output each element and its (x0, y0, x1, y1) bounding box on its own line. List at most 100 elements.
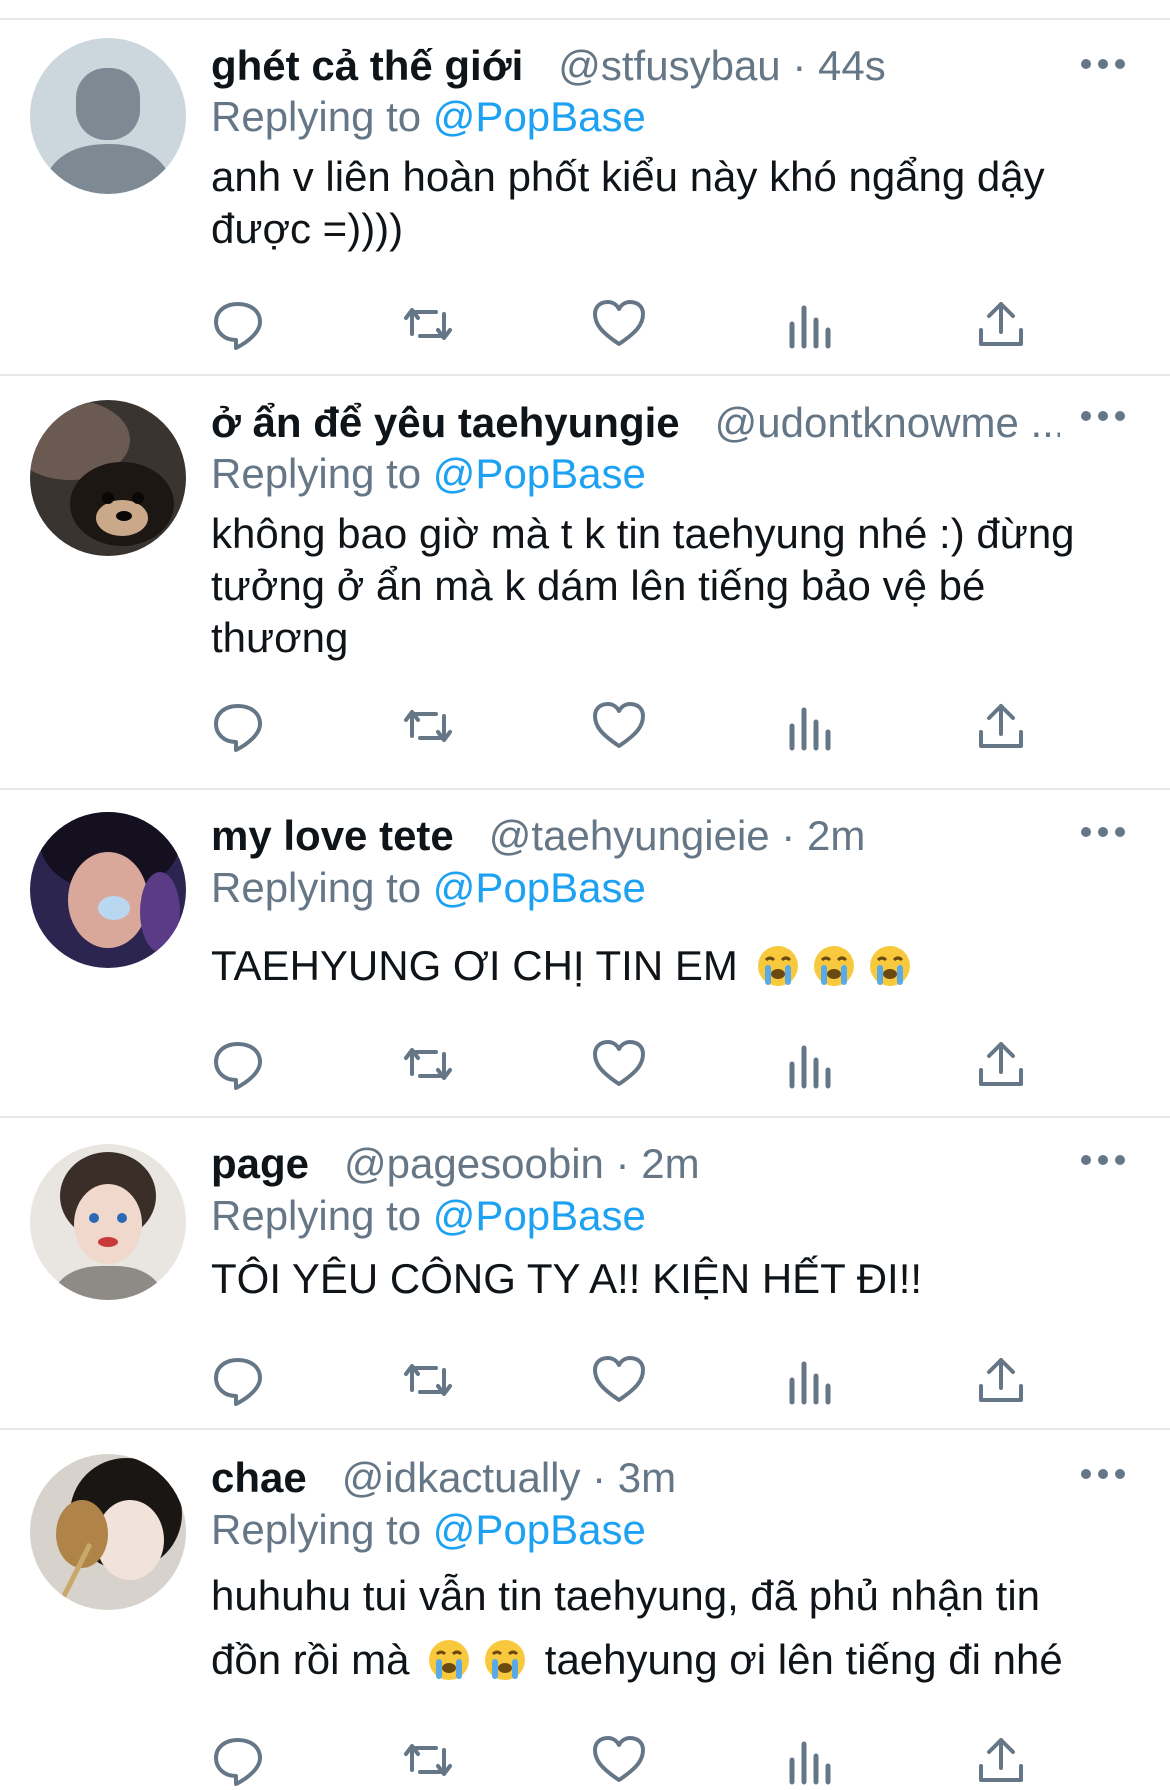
avatar[interactable] (30, 1144, 186, 1300)
tweet-text: TÔI YÊU CÔNG TY A!! KIỆN HẾT ĐI!! (211, 1255, 923, 1302)
crying-face-emoji-icon (429, 1640, 470, 1680)
tweet[interactable]: page @pagesoobin · 2m Replying to @PopBa… (0, 1118, 1170, 1430)
tweet-text-part: đồn rồi mà (211, 1636, 410, 1683)
display-name[interactable]: page (211, 1140, 309, 1187)
replying-to-link[interactable]: @PopBase (433, 93, 646, 140)
display-name[interactable]: ở ẩn để yêu taehyungie (211, 399, 680, 446)
tweet-text-container: TAEHYUNG ƠI CHỊ TIN EM (211, 940, 1130, 992)
avatar[interactable] (30, 1454, 186, 1610)
replying-to-link[interactable]: @PopBase (433, 1192, 646, 1239)
reply-button[interactable] (210, 1352, 266, 1408)
tweet[interactable]: ở ẩn để yêu taehyungie @udontknowme ... … (0, 376, 1170, 790)
crying-face-emoji-icon (485, 1640, 526, 1680)
share-icon (979, 1738, 1023, 1782)
analytics-icon (789, 1361, 831, 1405)
action-bar (0, 698, 1170, 754)
reply-button[interactable] (210, 1036, 266, 1092)
like-icon (593, 1736, 645, 1782)
tweet[interactable]: my love tete @taehyungieie · 2m Replying… (0, 790, 1170, 1118)
person-photo-avatar-icon (30, 1454, 186, 1610)
reply-button[interactable] (210, 1732, 266, 1788)
tweet-header: ở ẩn để yêu taehyungie @udontknowme ... (211, 397, 1060, 449)
more-options-icon[interactable] (1078, 54, 1128, 74)
tweet-text-line: đồn rồi mà taehyung ơi lên tiếng đi nhé (211, 1628, 1130, 1692)
display-name[interactable]: my love tete (211, 812, 454, 859)
more-options-icon[interactable] (1078, 822, 1128, 842)
replying-label: Replying to (211, 864, 422, 911)
analytics-icon (789, 707, 831, 751)
handle-and-time[interactable]: @pagesoobin · 2m (344, 1140, 700, 1187)
replying-to-link[interactable]: @PopBase (433, 864, 646, 911)
more-options-icon[interactable] (1078, 1464, 1128, 1484)
reply-button[interactable] (210, 296, 266, 352)
reply-timeline: ghét cả thế giới @stfusybau · 44s Replyi… (0, 0, 1170, 1790)
reply-icon (214, 302, 262, 350)
share-icon (979, 1042, 1023, 1086)
like-button[interactable] (591, 1352, 647, 1408)
action-bar (0, 1036, 1170, 1092)
replying-label: Replying to (211, 1506, 422, 1553)
more-options-icon[interactable] (1078, 1150, 1128, 1170)
tweet-text: anh v liên hoàn phốt kiểu này khó ngẩng … (211, 153, 1045, 252)
handle-and-time[interactable]: @udontknowme ... (715, 399, 1060, 446)
action-bar (0, 1732, 1170, 1788)
analytics-icon (789, 1741, 831, 1785)
handle-and-time[interactable]: @stfusybau · 44s (558, 42, 885, 89)
display-name[interactable]: chae (211, 1454, 307, 1501)
like-button[interactable] (591, 296, 647, 352)
replying-to: Replying to @PopBase (211, 91, 646, 143)
retweet-button[interactable] (400, 1036, 456, 1092)
tweet[interactable]: chae @idkactually · 3m Replying to @PopB… (0, 1430, 1170, 1790)
avatar[interactable] (30, 812, 186, 968)
crying-face-emoji-icon (813, 946, 854, 986)
reply-icon (214, 1738, 262, 1786)
replying-to-link[interactable]: @PopBase (433, 450, 646, 497)
reply-icon (214, 1042, 262, 1090)
share-button[interactable] (973, 1036, 1029, 1092)
person-photo-avatar-icon (30, 1144, 186, 1300)
display-name[interactable]: ghét cả thế giới (211, 42, 523, 89)
more-options-icon[interactable] (1078, 406, 1128, 426)
handle-and-time[interactable]: @taehyungieie · 2m (489, 812, 866, 859)
share-button[interactable] (973, 1732, 1029, 1788)
crying-face-emoji-icon (757, 946, 798, 986)
replying-to: Replying to @PopBase (211, 862, 646, 914)
avatar[interactable] (30, 38, 186, 194)
retweet-icon (404, 1364, 452, 1396)
crying-face-emoji-icon (869, 946, 910, 986)
like-icon (593, 1040, 645, 1086)
tweet-text: không bao giờ mà t k tin taehyung nhé :)… (211, 510, 1075, 661)
share-button[interactable] (973, 698, 1029, 754)
retweet-button[interactable] (400, 1352, 456, 1408)
like-icon (593, 1356, 645, 1402)
tweet[interactable]: ghét cả thế giới @stfusybau · 44s Replyi… (0, 20, 1170, 376)
like-button[interactable] (591, 698, 647, 754)
retweet-button[interactable] (400, 1732, 456, 1788)
share-button[interactable] (973, 1352, 1029, 1408)
handle-and-time[interactable]: @idkactually · 3m (342, 1454, 676, 1501)
analytics-button[interactable] (782, 698, 838, 754)
analytics-button[interactable] (782, 296, 838, 352)
like-button[interactable] (591, 1036, 647, 1092)
tweet-header: my love tete @taehyungieie · 2m (211, 810, 1060, 862)
replying-label: Replying to (211, 450, 422, 497)
retweet-button[interactable] (400, 296, 456, 352)
share-icon (979, 1358, 1023, 1402)
analytics-button[interactable] (782, 1036, 838, 1092)
retweet-button[interactable] (400, 698, 456, 754)
reply-button[interactable] (210, 698, 266, 754)
tweet-header: page @pagesoobin · 2m (211, 1138, 1060, 1190)
tweet-text: TAEHYUNG ƠI CHỊ TIN EM (211, 942, 738, 989)
replying-to: Replying to @PopBase (211, 1190, 646, 1242)
analytics-button[interactable] (782, 1352, 838, 1408)
analytics-icon (789, 1045, 831, 1089)
like-button[interactable] (591, 1732, 647, 1788)
divider (0, 0, 1170, 20)
share-button[interactable] (973, 296, 1029, 352)
replying-to-link[interactable]: @PopBase (433, 1506, 646, 1553)
like-icon (593, 702, 645, 748)
avatar[interactable] (30, 400, 186, 556)
analytics-button[interactable] (782, 1732, 838, 1788)
person-photo-avatar-icon (30, 812, 186, 968)
tweet-header: chae @idkactually · 3m (211, 1452, 1060, 1504)
